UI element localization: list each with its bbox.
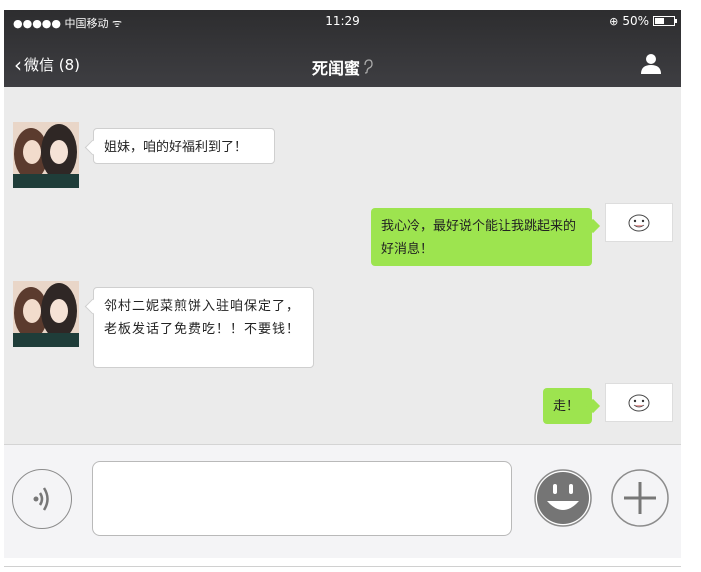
contact-profile-button[interactable] [639, 52, 663, 76]
avatar[interactable] [605, 203, 673, 242]
nav-bar: ‹ 微信 (8) 死闺蜜 [4, 46, 681, 82]
message-text: 我心冷，最好说个能让我跳起来的好消息！ [381, 219, 577, 257]
message-text: 走！ [553, 399, 580, 414]
bottom-divider [4, 566, 681, 567]
voice-icon [33, 487, 49, 511]
emoji-icon [534, 469, 592, 527]
message-bubble[interactable]: 我心冷，最好说个能让我跳起来的好消息！ [371, 208, 592, 266]
avatar[interactable] [605, 383, 673, 422]
message-input[interactable] [92, 461, 512, 536]
message-bubble[interactable]: 姐妹，咱的好福利到了！ [93, 128, 275, 164]
chat-screen: ●●●●● 中国移动 ᯤ 11:29 ⊕ 50% ‹ 微信 (8) 死闺蜜 姐妹… [4, 10, 681, 558]
lock-rotation-icon: ⊕ [609, 14, 619, 28]
cartoon-face-icon [628, 394, 650, 411]
cartoon-face-icon [628, 214, 650, 231]
message-text: 姐妹，咱的好福利到了！ [104, 140, 248, 155]
status-bar: ●●●●● 中国移动 ᯤ 11:29 ⊕ 50% [4, 10, 681, 32]
message-bubble[interactable]: 邻村二妮菜煎饼入驻咱保定了，老板发话了免费吃！！不要钱！ [93, 287, 314, 368]
battery-status: ⊕ 50% [609, 14, 677, 28]
emoji-button[interactable] [534, 469, 592, 527]
message-bubble[interactable]: 走！ [543, 388, 592, 424]
clock: 11:29 [325, 14, 360, 28]
ear-mode-icon [363, 59, 373, 78]
battery-text: 50% [622, 14, 649, 28]
voice-input-button[interactable] [12, 469, 72, 529]
plus-icon [611, 469, 669, 527]
message-text: 邻村二妮菜煎饼入驻咱保定了，老板发话了免费吃！！不要钱！ [104, 299, 301, 337]
input-bar [4, 444, 681, 558]
avatar[interactable] [13, 122, 79, 188]
avatar[interactable] [13, 281, 79, 347]
battery-icon [653, 16, 677, 26]
person-icon [641, 54, 661, 74]
top-bar: ●●●●● 中国移动 ᯤ 11:29 ⊕ 50% ‹ 微信 (8) 死闺蜜 [4, 10, 681, 87]
chat-title-text: 死闺蜜 [311, 59, 360, 78]
chat-title: 死闺蜜 [4, 55, 681, 79]
more-options-button[interactable] [611, 469, 669, 527]
